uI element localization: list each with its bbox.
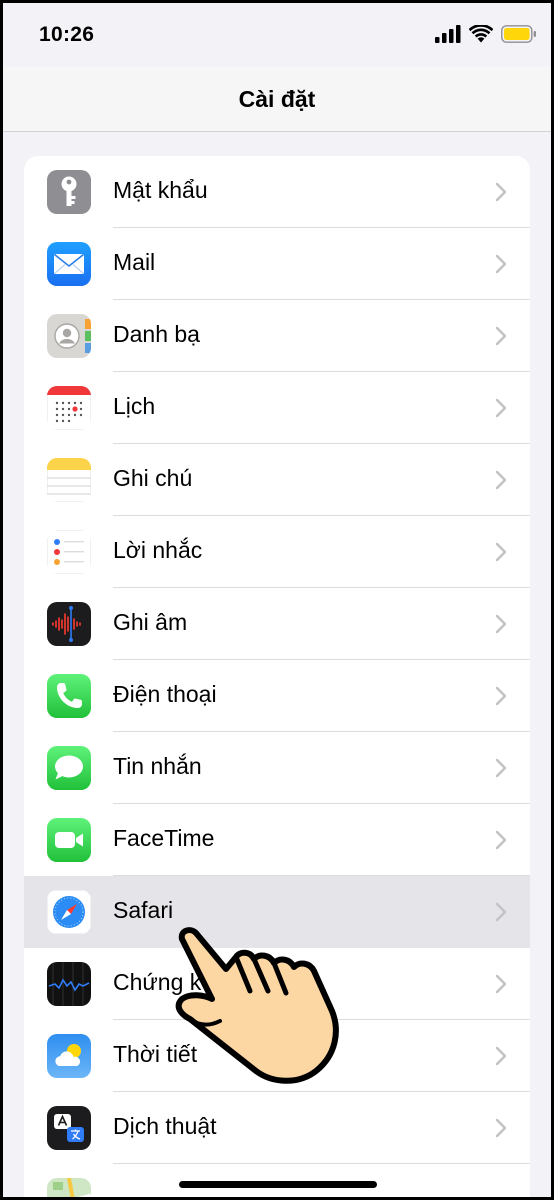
chevron-right-icon <box>495 614 507 634</box>
maps-icon <box>47 1178 91 1197</box>
chevron-right-icon <box>495 1046 507 1066</box>
chevron-right-icon <box>495 542 507 562</box>
key-icon <box>47 170 91 214</box>
settings-row-label: Ghi âm <box>113 609 188 635</box>
stocks-icon <box>47 962 91 1006</box>
status-time: 10:26 <box>39 23 95 46</box>
messages-icon <box>47 746 91 790</box>
settings-row-label: Điện thoại <box>113 681 217 707</box>
settings-row-label: Ghi chú <box>113 465 193 491</box>
mail-icon <box>47 242 91 286</box>
settings-row-messages[interactable]: Tin nhắn <box>24 732 530 804</box>
settings-row-label: Tin nhắn <box>113 753 202 779</box>
chevron-right-icon <box>495 830 507 850</box>
voice-memos-icon <box>47 602 91 646</box>
cellular-signal-icon <box>435 25 461 43</box>
settings-row-label: Lời nhắc <box>113 537 203 563</box>
phone-icon <box>47 674 91 718</box>
settings-row-reminders[interactable]: Lời nhắc <box>24 516 530 588</box>
translate-icon <box>47 1106 91 1150</box>
settings-row-phone[interactable]: Điện thoại <box>24 660 530 732</box>
settings-row-calendar[interactable]: Lịch <box>24 372 530 444</box>
settings-row-label: Danh bạ <box>113 321 200 347</box>
settings-row-label: Mật khẩu <box>113 177 208 203</box>
chevron-right-icon <box>495 182 507 202</box>
reminders-icon <box>47 530 91 574</box>
settings-row-label: Mail <box>113 249 156 275</box>
settings-row-mail[interactable]: Mail <box>24 228 530 300</box>
chevron-right-icon <box>495 686 507 706</box>
page-title: Cài đặt <box>238 86 316 112</box>
chevron-right-icon <box>495 1118 507 1138</box>
status-bar: 10:26 <box>3 3 551 67</box>
chevron-right-icon <box>495 398 507 418</box>
navigation-bar: Cài đặt <box>3 67 551 132</box>
chevron-right-icon <box>495 326 507 346</box>
settings-screen: 10:26 Cài đặt Mật khẩu Mail Danh bạ Lịch… <box>3 3 551 1197</box>
settings-row-passwords[interactable]: Mật khẩu <box>24 156 530 228</box>
settings-row-contacts[interactable]: Danh bạ <box>24 300 530 372</box>
settings-row-translate[interactable]: Dịch thuật <box>24 1092 530 1164</box>
chevron-right-icon <box>495 902 507 922</box>
notes-icon <box>47 458 91 502</box>
settings-row-voice-memos[interactable]: Ghi âm <box>24 588 530 660</box>
settings-row-label: Dịch thuật <box>113 1113 217 1139</box>
wifi-icon <box>469 25 493 43</box>
calendar-icon <box>47 386 91 430</box>
home-indicator[interactable] <box>179 1181 377 1188</box>
chevron-right-icon <box>495 254 507 274</box>
settings-row-notes[interactable]: Ghi chú <box>24 444 530 516</box>
pointing-hand-icon <box>175 927 339 1084</box>
chevron-right-icon <box>495 470 507 490</box>
settings-row-label: FaceTime <box>113 825 215 851</box>
facetime-icon <box>47 818 91 862</box>
settings-row-label: Lịch <box>113 393 156 419</box>
battery-icon <box>501 25 536 43</box>
chevron-right-icon <box>495 758 507 778</box>
settings-row-label: Safari <box>113 897 174 923</box>
settings-row-facetime[interactable]: FaceTime <box>24 804 530 876</box>
status-icons <box>435 25 537 43</box>
contacts-icon <box>47 314 91 358</box>
chevron-right-icon <box>495 974 507 994</box>
safari-icon <box>47 890 91 934</box>
weather-icon <box>47 1034 91 1078</box>
